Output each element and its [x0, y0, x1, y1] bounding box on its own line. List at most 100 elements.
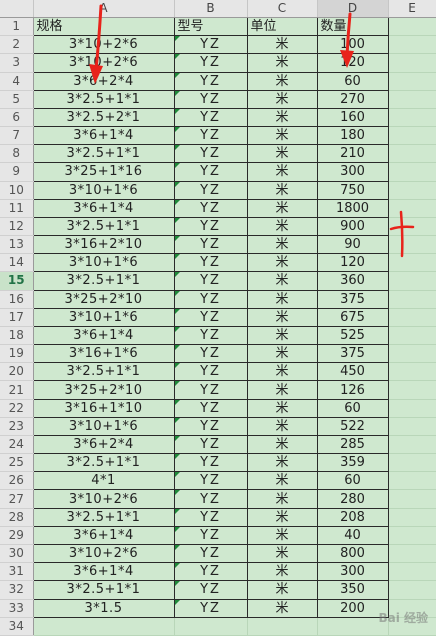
- cell-e[interactable]: [388, 326, 436, 346]
- cell-e[interactable]: [388, 399, 436, 418]
- cell-unit[interactable]: 米: [246, 53, 318, 73]
- cell-spec[interactable]: 3*10+2*6: [32, 543, 175, 564]
- cell-spec[interactable]: 3*6+1*4: [32, 198, 175, 218]
- cell-model[interactable]: YZ: [173, 344, 248, 364]
- column-header-c[interactable]: C: [247, 0, 318, 18]
- row-number[interactable]: 7: [0, 126, 34, 146]
- cell-model[interactable]: YZ: [173, 380, 248, 400]
- cell-model[interactable]: YZ: [173, 216, 248, 237]
- row-number[interactable]: 23: [0, 417, 34, 436]
- cell-unit[interactable]: 米: [246, 453, 318, 473]
- cell-unit[interactable]: 米: [246, 398, 318, 418]
- cell-e[interactable]: [388, 217, 436, 237]
- cell-model[interactable]: [174, 617, 248, 636]
- cell-e[interactable]: [388, 271, 436, 291]
- cell-qty[interactable]: 60: [316, 71, 389, 91]
- cell-qty[interactable]: 210: [316, 144, 389, 164]
- cell-e[interactable]: [388, 290, 436, 309]
- row-number[interactable]: 13: [0, 235, 34, 255]
- cell-qty[interactable]: 90: [316, 235, 389, 255]
- cell-qty[interactable]: 900: [316, 216, 389, 237]
- cell-spec[interactable]: 3*10+2*6: [32, 53, 175, 73]
- cell-e[interactable]: [388, 199, 436, 218]
- cell-model[interactable]: YZ: [173, 307, 248, 327]
- cell-spec[interactable]: 4*1: [32, 471, 175, 491]
- cell-e[interactable]: [388, 35, 436, 55]
- row-number[interactable]: 30: [0, 544, 34, 564]
- row-number[interactable]: 21: [0, 380, 34, 400]
- cell-model[interactable]: YZ: [173, 53, 248, 73]
- cell-model[interactable]: YZ: [173, 543, 248, 564]
- cell-unit[interactable]: 米: [246, 35, 318, 55]
- row-number[interactable]: 29: [0, 526, 34, 545]
- cell-model[interactable]: YZ: [173, 144, 248, 164]
- cell-qty[interactable]: 675: [316, 307, 389, 327]
- cell-qty[interactable]: 160: [316, 107, 389, 128]
- cell-unit[interactable]: 米: [246, 126, 318, 146]
- cell-model[interactable]: YZ: [173, 489, 248, 509]
- row-number[interactable]: 27: [0, 489, 34, 509]
- header-cell-unit[interactable]: 单位: [246, 16, 318, 37]
- cell-model[interactable]: YZ: [173, 525, 248, 545]
- cell-model[interactable]: YZ: [173, 271, 248, 291]
- cell-spec[interactable]: 3*2.5+1*1: [32, 580, 175, 600]
- cell-spec[interactable]: 3*2.5+1*1: [32, 271, 175, 291]
- cell-e[interactable]: [388, 453, 436, 473]
- cell-qty[interactable]: 522: [316, 416, 389, 436]
- cell-spec[interactable]: 3*16+2*10: [32, 235, 175, 255]
- cell-model[interactable]: YZ: [173, 434, 248, 455]
- row-number[interactable]: 25: [0, 453, 34, 473]
- cell-model[interactable]: YZ: [173, 162, 248, 182]
- row-number[interactable]: 1: [0, 17, 34, 37]
- cell-unit[interactable]: 米: [246, 198, 318, 218]
- cell-qty[interactable]: 525: [316, 325, 389, 346]
- row-number[interactable]: 11: [0, 199, 34, 218]
- row-number[interactable]: 17: [0, 308, 34, 327]
- cell-unit[interactable]: 米: [246, 344, 318, 364]
- cell-e[interactable]: [388, 308, 436, 327]
- cell-e[interactable]: [388, 162, 436, 182]
- cell-unit[interactable]: 米: [246, 471, 318, 491]
- cell-spec[interactable]: 3*6+2*4: [32, 71, 175, 91]
- cell-model[interactable]: YZ: [173, 507, 248, 527]
- cell-qty[interactable]: 350: [316, 580, 389, 600]
- cell-spec[interactable]: 3*6+1*4: [32, 562, 175, 582]
- cell-qty[interactable]: 375: [316, 344, 389, 364]
- cell-model[interactable]: YZ: [173, 398, 248, 418]
- cell-unit[interactable]: 米: [246, 144, 318, 164]
- cell-model[interactable]: YZ: [173, 126, 248, 146]
- row-number[interactable]: 22: [0, 399, 34, 418]
- cell-unit[interactable]: 米: [246, 598, 318, 618]
- cell-e[interactable]: [388, 126, 436, 146]
- row-number[interactable]: 33: [0, 599, 34, 618]
- cell-e[interactable]: [388, 526, 436, 545]
- cell-unit[interactable]: 米: [246, 235, 318, 255]
- cell-qty[interactable]: 126: [316, 380, 389, 400]
- cell-spec[interactable]: 3*16+1*6: [32, 344, 175, 364]
- cell-unit[interactable]: 米: [246, 307, 318, 327]
- select-all-corner[interactable]: [0, 0, 34, 18]
- row-number[interactable]: 10: [0, 181, 34, 200]
- cell-spec[interactable]: 3*10+2*6: [32, 35, 175, 55]
- row-number[interactable]: 14: [0, 253, 34, 273]
- cell-unit[interactable]: 米: [246, 562, 318, 582]
- cell-qty[interactable]: [317, 617, 389, 636]
- cell-unit[interactable]: 米: [246, 325, 318, 346]
- cell-unit[interactable]: 米: [246, 162, 318, 182]
- row-number[interactable]: 26: [0, 471, 34, 491]
- column-header-e[interactable]: E: [388, 0, 436, 18]
- column-header-a[interactable]: A: [33, 0, 175, 18]
- row-number[interactable]: 24: [0, 435, 34, 455]
- cell-unit[interactable]: 米: [246, 507, 318, 527]
- cell-spec[interactable]: 3*16+1*10: [32, 398, 175, 418]
- cell-qty[interactable]: 270: [316, 89, 389, 109]
- cell-e[interactable]: [388, 181, 436, 200]
- row-number[interactable]: 8: [0, 144, 34, 164]
- cell-model[interactable]: YZ: [173, 253, 248, 273]
- header-cell-qty[interactable]: 数量: [316, 16, 389, 37]
- cell-e[interactable]: [388, 362, 436, 382]
- row-number[interactable]: 31: [0, 562, 34, 582]
- column-header-b[interactable]: B: [174, 0, 248, 18]
- row-number[interactable]: 19: [0, 344, 34, 364]
- cell-e[interactable]: [388, 344, 436, 364]
